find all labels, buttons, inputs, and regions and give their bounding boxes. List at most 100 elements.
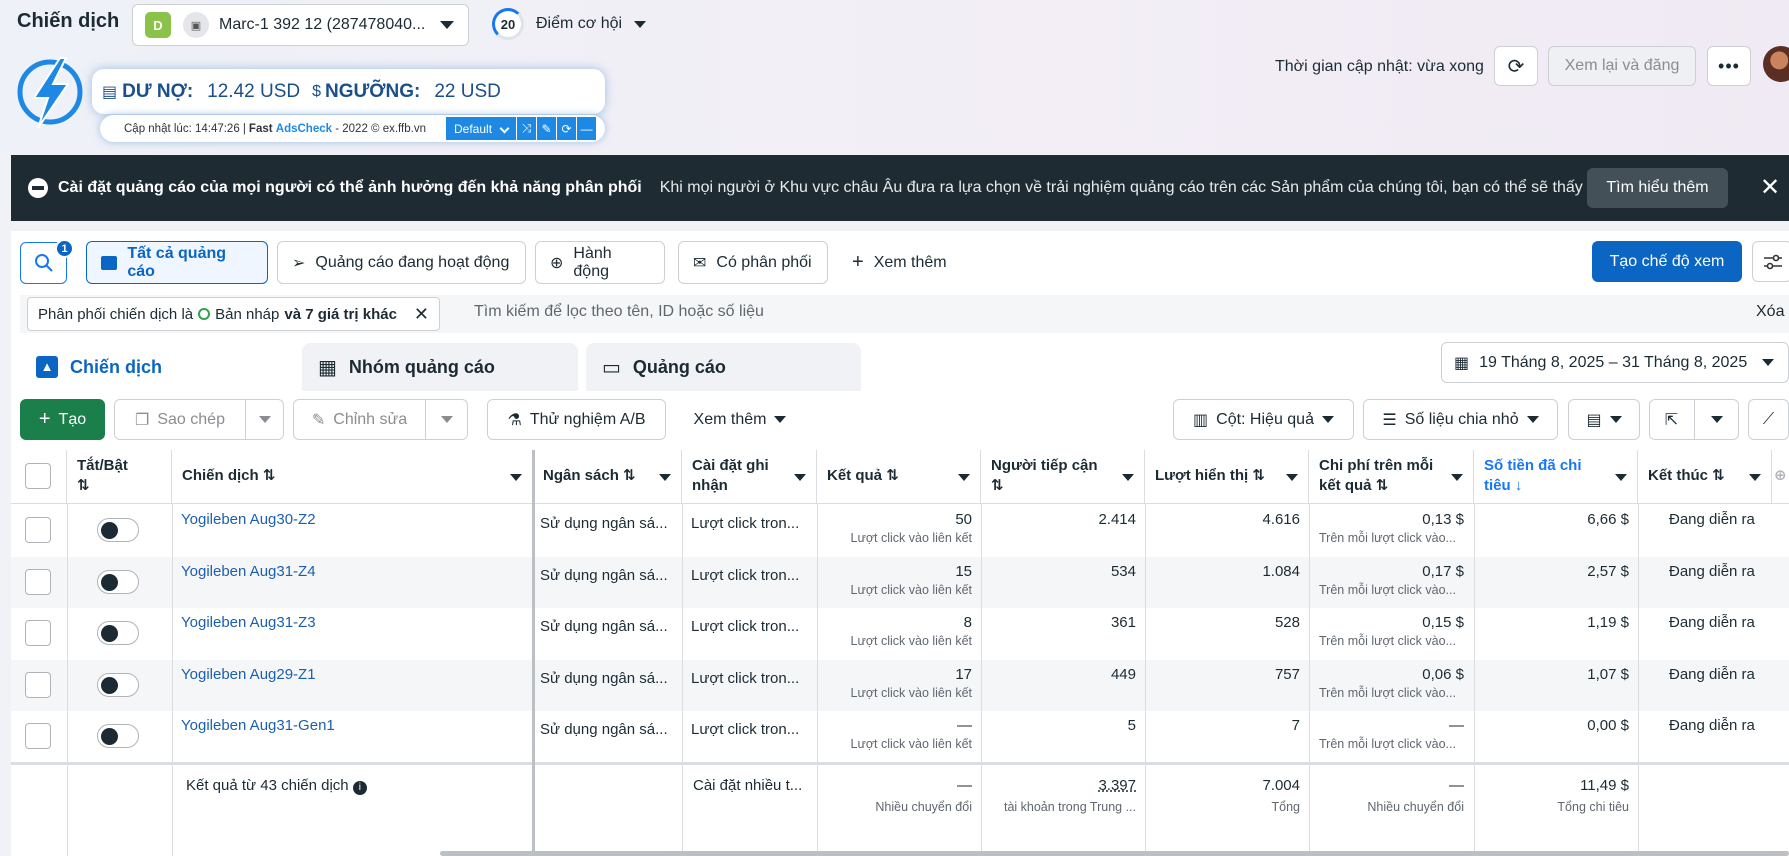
horizontal-scrollbar[interactable] — [440, 851, 1789, 856]
review-publish-button[interactable]: Xem lại và đăng — [1548, 46, 1696, 86]
date-range-picker[interactable]: ▦ 19 Tháng 8, 2025 – 31 Tháng 8, 2025 — [1441, 342, 1789, 383]
filter-chip-prefix: Phân phối chiến dịch là — [38, 305, 194, 323]
close-icon[interactable]: ✕ — [1760, 173, 1780, 202]
charts-button[interactable]: ⟋ — [1748, 399, 1789, 440]
campaign-name-link[interactable]: Yogileben Aug30-Z2 — [181, 511, 521, 528]
view-settings-button[interactable] — [1752, 241, 1789, 282]
search-input[interactable]: Tìm kiếm để lọc theo tên, ID hoặc số liệ… — [474, 303, 764, 321]
tab-ads-label: Quảng cáo — [632, 356, 726, 377]
chevron-down-icon — [794, 474, 806, 481]
close-icon[interactable]: ✕ — [414, 304, 429, 325]
results-value: 17 — [955, 666, 972, 683]
toolbar-more[interactable]: Xem thêm — [680, 399, 800, 440]
create-button[interactable]: + Tạo — [20, 399, 105, 440]
filter-see-more[interactable]: + Xem thêm — [838, 241, 968, 284]
results-cell: 17 Lượt click vào liên kết — [817, 666, 972, 700]
create-view-button[interactable]: Tạo chế độ xem — [1592, 241, 1742, 282]
tab-adsets[interactable]: ▦ Nhóm quảng cáo — [302, 343, 578, 391]
header-campaign[interactable]: Chiến dịch ⇅ — [172, 450, 533, 504]
grid-icon: ▦ — [318, 356, 337, 379]
spent-cell: 1,19 $ — [1587, 614, 1629, 631]
shuffle-icon[interactable]: ⤨ — [516, 117, 536, 140]
banner-body: Khi mọi người ở Khu vực châu Âu đưa ra l… — [659, 179, 1622, 196]
copy-button[interactable]: ❐ Sao chép — [114, 399, 246, 440]
filter-all-ads-label: Tất cả quảng cáo — [127, 244, 227, 280]
reports-button[interactable]: ▤ — [1568, 399, 1640, 440]
row-checkbox[interactable] — [25, 723, 51, 749]
totals-impressions-sub: Tổng — [1271, 800, 1301, 814]
debt-panel: ▤ DƯ NỢ: 12.42 USD $ NGƯỠNG: 22 USD — [92, 69, 605, 114]
breakdown-selector[interactable]: ☰ Số liệu chia nhỏ — [1363, 399, 1558, 440]
campaign-toggle[interactable] — [97, 724, 139, 748]
create-label: Tạo — [58, 410, 87, 428]
filter-chip[interactable]: Phân phối chiến dịch là Bản nháp và 7 gi… — [27, 297, 441, 331]
header-impressions[interactable]: Lượt hiển thị ⇅ — [1145, 450, 1309, 504]
learn-more-button[interactable]: Tìm hiểu thêm — [1587, 168, 1728, 208]
reach-cell: 2.414 — [1098, 511, 1136, 528]
header-budget[interactable]: Ngân sách ⇅ — [533, 450, 682, 504]
campaign-name-link[interactable]: Yogileben Aug31-Gen1 — [181, 717, 521, 734]
ad-account-selector[interactable]: D ▣ Marc-1 392 12 (287478040... — [132, 4, 469, 46]
filter-actions-label: Hành động — [573, 244, 612, 280]
header-results[interactable]: Kết quả ⇅ — [817, 450, 981, 504]
header-cpr[interactable]: Chi phí trên mỗi kết quả ⇅ — [1309, 450, 1474, 504]
minimize-icon[interactable]: — — [576, 117, 596, 140]
header-ends[interactable]: Kết thúc ⇅ — [1638, 450, 1772, 504]
ab-test-button[interactable]: ⚗ Thử nghiệm A/B — [487, 399, 666, 440]
tab-ads[interactable]: ▭ Quảng cáo — [586, 343, 861, 391]
chevron-down-icon — [1615, 474, 1627, 481]
select-all-checkbox[interactable] — [25, 463, 51, 489]
totals-spent: 11,49 $ Tổng chi tiêu — [1474, 777, 1629, 814]
row-checkbox[interactable] — [25, 672, 51, 698]
row-checkbox[interactable] — [25, 620, 51, 646]
edit-label: Chỉnh sửa — [333, 410, 408, 428]
reach-cell: 361 — [1110, 614, 1136, 631]
opportunity-score[interactable]: 20 Điểm cơ hội — [492, 8, 647, 40]
tab-campaigns[interactable]: ▲ Chiến dịch — [20, 343, 294, 391]
campaign-name-link[interactable]: Yogileben Aug29-Z1 — [181, 666, 521, 683]
campaign-toggle[interactable] — [97, 518, 139, 542]
edit-button[interactable]: ✎ Chỉnh sửa — [293, 399, 426, 440]
chevron-down-icon — [1609, 416, 1622, 423]
edit-icon[interactable]: ✎ — [536, 117, 556, 140]
refresh-button[interactable]: ⟳ — [1494, 46, 1538, 86]
filter-active-ads[interactable]: ➢ Quảng cáo đang hoạt động — [277, 241, 526, 284]
campaign-toggle[interactable] — [97, 570, 139, 594]
chart-line-icon: ⟋ — [1762, 410, 1775, 428]
info-icon[interactable]: i — [352, 781, 367, 795]
chevron-down-icon — [440, 21, 454, 29]
row-checkbox[interactable] — [25, 569, 51, 595]
ad-window-icon: ▭ — [602, 356, 621, 379]
columns-selector[interactable]: ▥ Cột: Hiệu quả — [1173, 399, 1354, 440]
header-reach[interactable]: Người tiếp cận ⇅ — [981, 450, 1145, 504]
attribution-cell: Lượt click tron... — [691, 721, 800, 738]
export-button[interactable]: ⇱ — [1649, 399, 1739, 440]
campaign-name-link[interactable]: Yogileben Aug31-Z3 — [181, 614, 521, 631]
header-attribution[interactable]: Cài đặt ghi nhận — [682, 450, 817, 504]
header-spent[interactable]: Số tiền đã chi tiêu ↓ — [1474, 450, 1638, 504]
cpr-cell: 0,06 $ Trên mỗi lượt click vào... — [1309, 666, 1464, 700]
chevron-down-icon — [1711, 416, 1724, 423]
chevron-down-icon — [774, 416, 787, 423]
campaign-toggle[interactable] — [97, 621, 139, 645]
extension-profile-select[interactable]: Default — [446, 117, 516, 140]
clear-filters-link[interactable]: Xóa — [1756, 303, 1784, 321]
header-toggle[interactable]: Tắt/Bật ⇅ — [67, 450, 172, 504]
info-minus-icon — [28, 178, 48, 198]
campaign-name-link[interactable]: Yogileben Aug31-Z4 — [181, 563, 521, 580]
filter-delivering[interactable]: ✉ Có phân phối — [678, 241, 828, 284]
results-sub: Lượt click vào liên kết — [850, 634, 972, 648]
totals-reach: 3.397 tài khoản trong Trung ... — [981, 777, 1136, 814]
more-options-button[interactable]: ••• — [1707, 46, 1751, 86]
separator — [1694, 399, 1696, 440]
row-checkbox[interactable] — [25, 517, 51, 543]
refresh-icon[interactable]: ⟳ — [556, 117, 576, 140]
filter-actions[interactable]: ⊕ Hành động — [535, 241, 665, 284]
copy-dropdown[interactable] — [245, 399, 284, 440]
add-column-icon[interactable]: ⊕ — [1772, 450, 1789, 504]
results-value: 50 — [955, 511, 972, 528]
totals-reach-value[interactable]: 3.397 — [1098, 777, 1136, 794]
filter-all-ads[interactable]: Tất cả quảng cáo — [86, 241, 268, 284]
edit-dropdown[interactable] — [425, 399, 468, 440]
campaign-toggle[interactable] — [97, 673, 139, 697]
